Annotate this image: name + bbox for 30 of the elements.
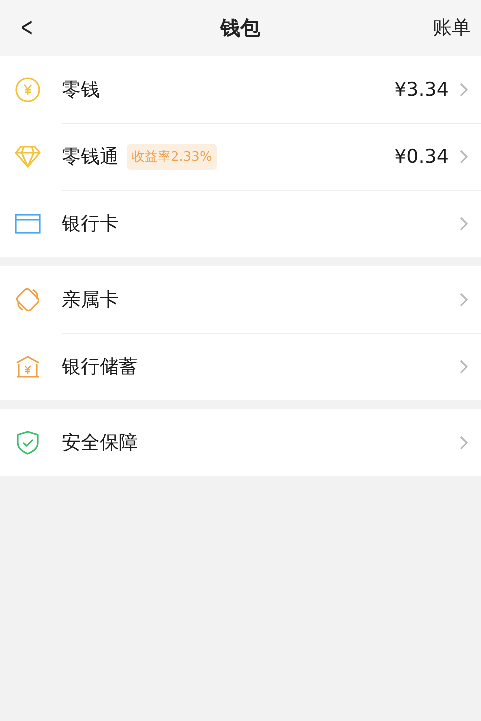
bank-icon — [15, 354, 41, 378]
diamond-icon — [15, 144, 41, 168]
chevron-right-icon — [459, 82, 469, 98]
item-label: 零钱 — [62, 78, 100, 102]
yield-badge: 收益率2.33% — [127, 144, 218, 170]
chevron-right-icon — [459, 434, 469, 450]
back-button[interactable]: < — [18, 13, 36, 43]
wallet-list-item[interactable]: 银行卡 — [0, 190, 481, 257]
wallet-list-item[interactable]: 零钱通 收益率2.33% ¥0.34 — [0, 123, 481, 190]
cards-icon — [15, 286, 41, 312]
bank-card-icon — [15, 212, 41, 234]
item-label: 零钱通 — [62, 144, 119, 170]
bill-button[interactable]: 账单 — [433, 15, 471, 41]
item-label: 银行卡 — [62, 212, 119, 236]
yuan-coin-icon — [15, 76, 41, 102]
chevron-right-icon — [459, 148, 469, 164]
page-title: 钱包 — [220, 16, 260, 40]
item-label: 安全保障 — [62, 430, 138, 456]
wallet-list-item[interactable]: 零钱 ¥3.34 — [0, 56, 481, 123]
wallet-list-item[interactable]: 银行储蓄 — [0, 333, 481, 400]
shield-icon — [16, 430, 40, 456]
item-label: 亲属卡 — [62, 288, 119, 312]
balance-amount: ¥3.34 — [394, 78, 449, 100]
item-label: 银行储蓄 — [62, 354, 138, 380]
chevron-right-icon — [459, 216, 469, 232]
wallet-list-item[interactable]: 安全保障 — [0, 409, 481, 476]
wallet-list-item[interactable]: 亲属卡 — [0, 266, 481, 333]
balance-amount: ¥0.34 — [394, 146, 449, 168]
chevron-right-icon — [459, 292, 469, 308]
chevron-right-icon — [459, 358, 469, 374]
